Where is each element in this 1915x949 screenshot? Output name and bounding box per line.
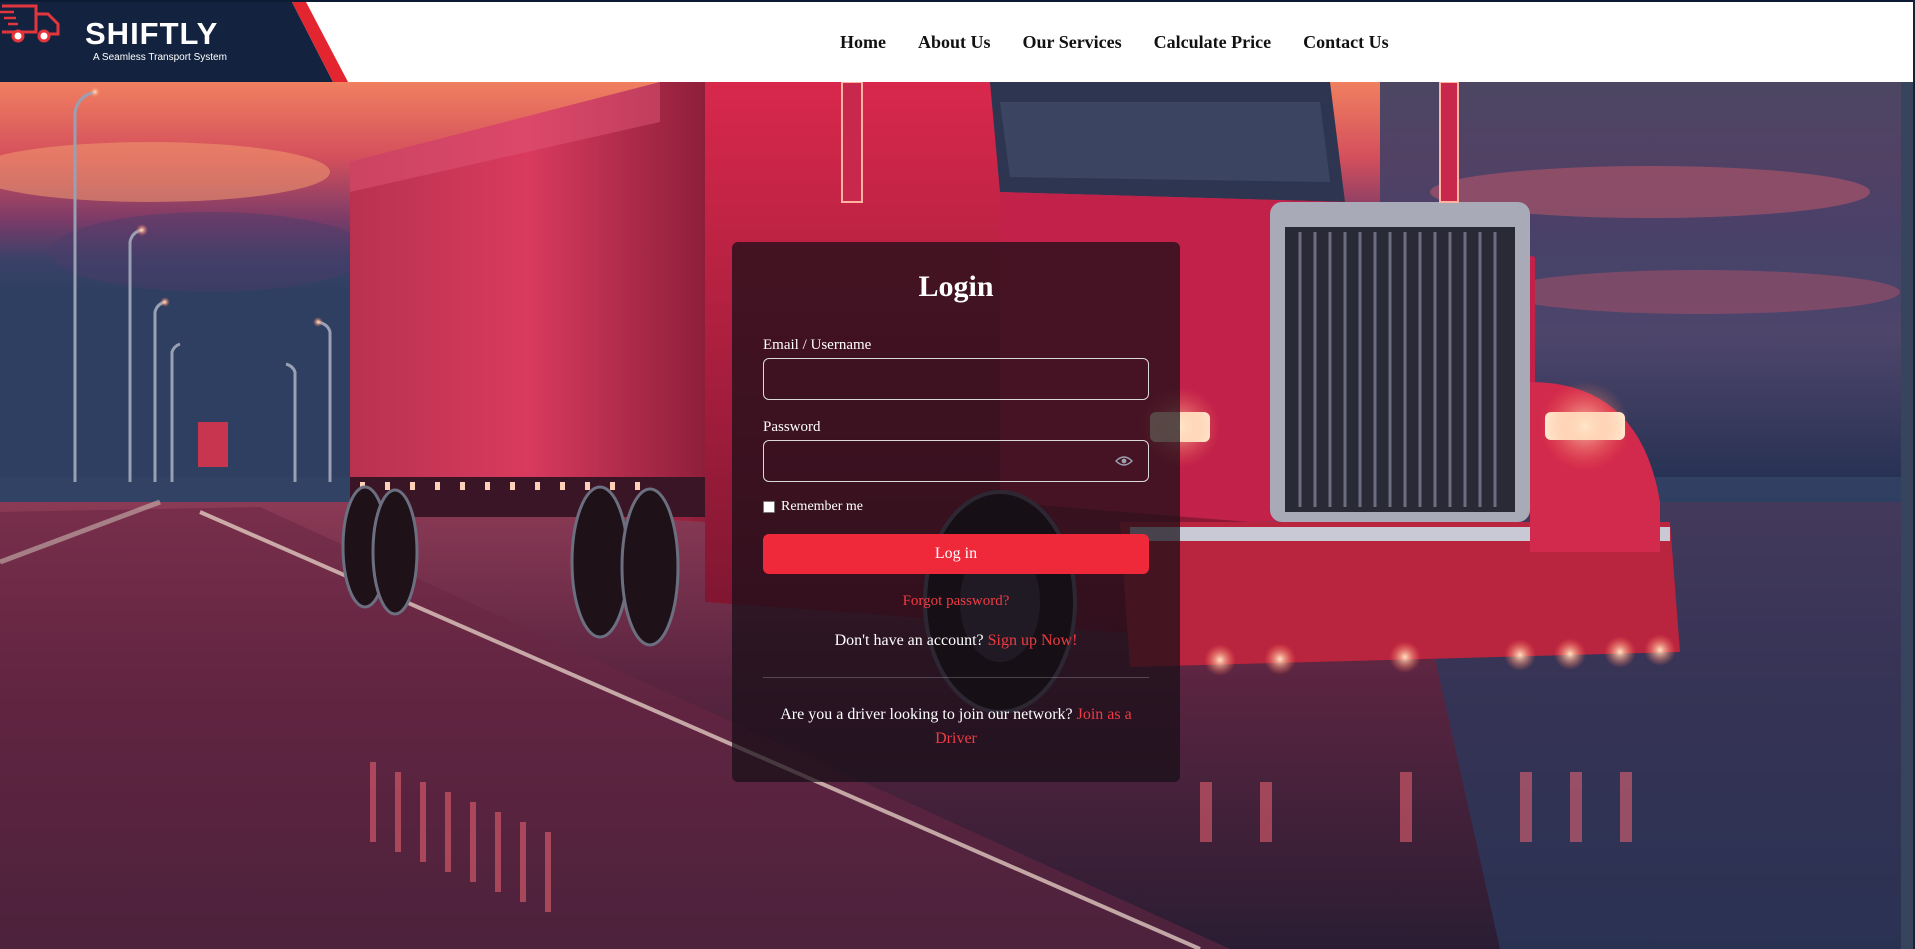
site-header: SHIFTLY A Seamless Transport System Home… bbox=[0, 2, 1913, 82]
truck-icon bbox=[0, 4, 60, 43]
logo[interactable]: SHIFTLY A Seamless Transport System bbox=[0, 2, 350, 82]
forgot-password-link[interactable]: Forgot password? bbox=[732, 593, 1180, 610]
driver-prompt-text: Are you a driver looking to join our net… bbox=[780, 706, 1073, 723]
remember-me-checkbox[interactable] bbox=[763, 501, 775, 513]
remember-me-row: Remember me bbox=[763, 499, 863, 515]
signup-prompt-row: Don't have an account? Sign up Now! bbox=[732, 632, 1180, 650]
remember-me-label: Remember me bbox=[781, 499, 864, 514]
signup-prompt-text: Don't have an account? bbox=[834, 632, 984, 649]
password-label: Password bbox=[763, 419, 821, 435]
email-username-input[interactable] bbox=[763, 358, 1149, 400]
brand-name: SHIFTLY bbox=[85, 16, 219, 51]
login-card: Login Email / Username Password Remember… bbox=[732, 242, 1180, 782]
card-divider bbox=[763, 677, 1149, 678]
login-button[interactable]: Log in bbox=[763, 534, 1149, 574]
eye-icon[interactable] bbox=[1115, 455, 1133, 467]
brand-tagline: A Seamless Transport System bbox=[93, 52, 227, 63]
password-input[interactable] bbox=[763, 440, 1149, 482]
nav-home[interactable]: Home bbox=[840, 32, 886, 53]
nav-our-services[interactable]: Our Services bbox=[1023, 32, 1122, 53]
login-title: Login bbox=[918, 270, 994, 303]
signup-link[interactable]: Sign up Now! bbox=[988, 632, 1078, 649]
nav-about-us[interactable]: About Us bbox=[918, 32, 991, 53]
driver-prompt-row: Are you a driver looking to join our net… bbox=[772, 703, 1140, 751]
main-nav: Home About Us Our Services Calculate Pri… bbox=[840, 2, 1389, 82]
nav-calculate-price[interactable]: Calculate Price bbox=[1154, 32, 1271, 53]
page-edge-bar bbox=[1901, 82, 1913, 949]
email-label: Email / Username bbox=[763, 337, 872, 353]
nav-contact-us[interactable]: Contact Us bbox=[1303, 32, 1389, 53]
